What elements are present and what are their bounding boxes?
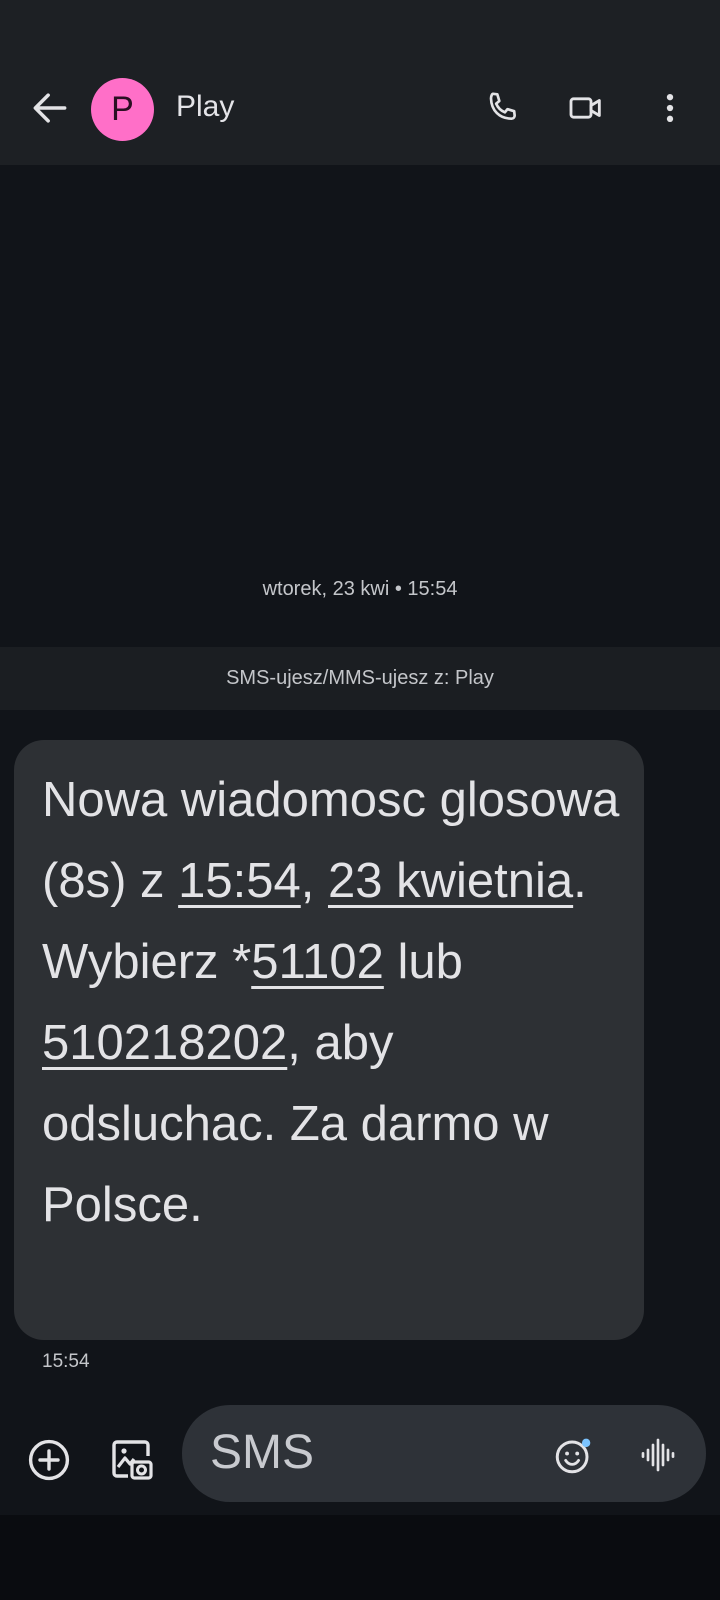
avatar[interactable]: P — [91, 78, 154, 141]
sim-info-bar: SMS-ujesz/MMS-ujesz z: Play — [0, 647, 720, 710]
more-options-button[interactable] — [650, 88, 690, 128]
message-input[interactable]: SMS — [182, 1405, 706, 1502]
message-text: lub — [383, 935, 463, 989]
back-button[interactable] — [28, 86, 72, 130]
phone-icon — [489, 92, 516, 120]
message-bubble[interactable]: Nowa wiadomosc glosowa (8s) z 15:54, 23 … — [14, 740, 644, 1340]
arrow-back-icon — [33, 93, 67, 123]
message-code-link[interactable]: 51102 — [251, 935, 384, 989]
emoji-button[interactable] — [552, 1435, 594, 1477]
message-text: , — [300, 854, 328, 908]
video-camera-icon — [569, 97, 601, 119]
sim-info-text: SMS-ujesz/MMS-ujesz z: Play — [226, 667, 494, 689]
voice-message-button[interactable] — [638, 1435, 678, 1475]
add-circle-icon — [28, 1439, 70, 1481]
navigation-bar — [0, 1515, 720, 1600]
date-separator: wtorek, 23 kwi • 15:54 — [262, 578, 458, 600]
message-timestamp: 15:54 — [42, 1351, 90, 1372]
call-button[interactable] — [482, 88, 522, 128]
gallery-button[interactable] — [108, 1436, 156, 1484]
message-number-link[interactable]: 510218202 — [42, 1016, 287, 1070]
message-date-link[interactable]: 23 kwietnia — [328, 854, 573, 908]
contact-name[interactable]: Play — [176, 90, 234, 124]
add-attachment-button[interactable] — [25, 1436, 73, 1484]
more-vert-icon — [666, 94, 674, 122]
message-input-placeholder: SMS — [210, 1426, 315, 1479]
emoji-icon — [555, 1438, 591, 1474]
video-call-button[interactable] — [566, 88, 606, 128]
message-time-link[interactable]: 15:54 — [178, 854, 301, 908]
voice-icon — [641, 1438, 675, 1472]
avatar-letter: P — [111, 90, 134, 128]
gallery-icon — [112, 1440, 153, 1480]
